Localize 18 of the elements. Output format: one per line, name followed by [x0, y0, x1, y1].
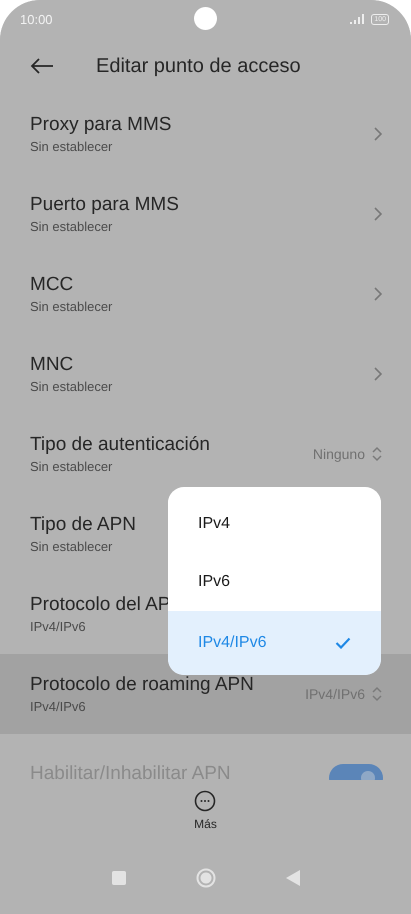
row-subtitle: Sin establecer [30, 379, 112, 394]
row-title: MCC [30, 274, 74, 296]
row-title: MNC [30, 354, 74, 376]
row-title: Proxy para MMS [30, 114, 172, 136]
row-title: Tipo de autenticación [30, 434, 210, 456]
row-subtitle: Sin establecer [30, 299, 112, 314]
row-subtitle: IPv4/IPv6 [30, 619, 86, 634]
row-subtitle: IPv4/IPv6 [30, 699, 86, 714]
row-subtitle: Sin establecer [30, 539, 112, 554]
row-value: Ninguno [312, 446, 365, 462]
row-title: Tipo de APN [30, 514, 136, 536]
row-title: Puerto para MMS [30, 194, 179, 216]
row-title: Protocolo de roaming APN [30, 674, 254, 696]
row-subtitle: Sin establecer [30, 139, 112, 154]
row-subtitle: Sin establecer [30, 219, 112, 234]
page-title: Editar punto de acceso [96, 54, 301, 78]
status-time: 10:00 [20, 12, 53, 26]
row-subtitle: Sin establecer [30, 459, 112, 474]
